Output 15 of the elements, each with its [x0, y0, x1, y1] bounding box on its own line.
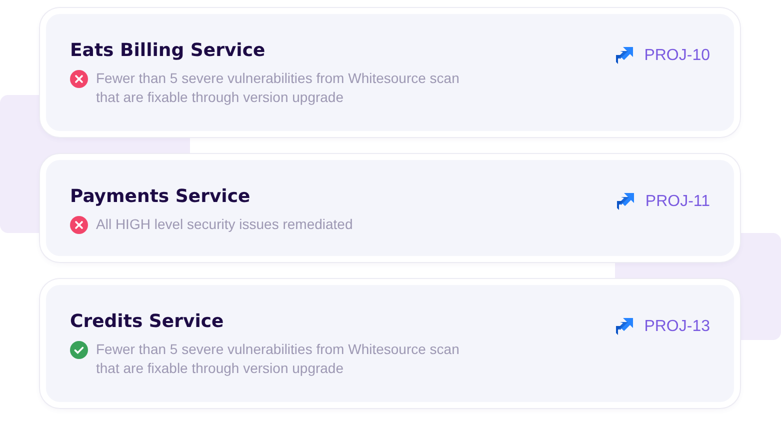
service-title: Eats Billing Service [70, 40, 266, 61]
error-icon [70, 70, 88, 88]
stacked-arrows-icon [615, 317, 634, 336]
service-title: Payments Service [70, 186, 252, 207]
ticket-link[interactable]: PROJ-10 [615, 46, 710, 65]
check-icon [70, 341, 88, 359]
error-icon [70, 216, 88, 234]
ticket-link[interactable]: PROJ-13 [615, 317, 710, 336]
ticket-link[interactable]: PROJ-11 [616, 192, 710, 211]
stacked-arrows-icon [616, 192, 636, 211]
stacked-arrows-icon [615, 46, 634, 65]
service-title: Credits Service [70, 311, 225, 332]
check-description: Fewer than 5 severe vulnerabilities from Whitesource scan that are fixable through version upgrade [96, 69, 460, 107]
check-description: All HIGH level security issues remediated [96, 215, 353, 234]
check-description: Fewer than 5 severe vulnerabilities from Whitesource scan that are fixable through version upgrade [96, 340, 460, 378]
